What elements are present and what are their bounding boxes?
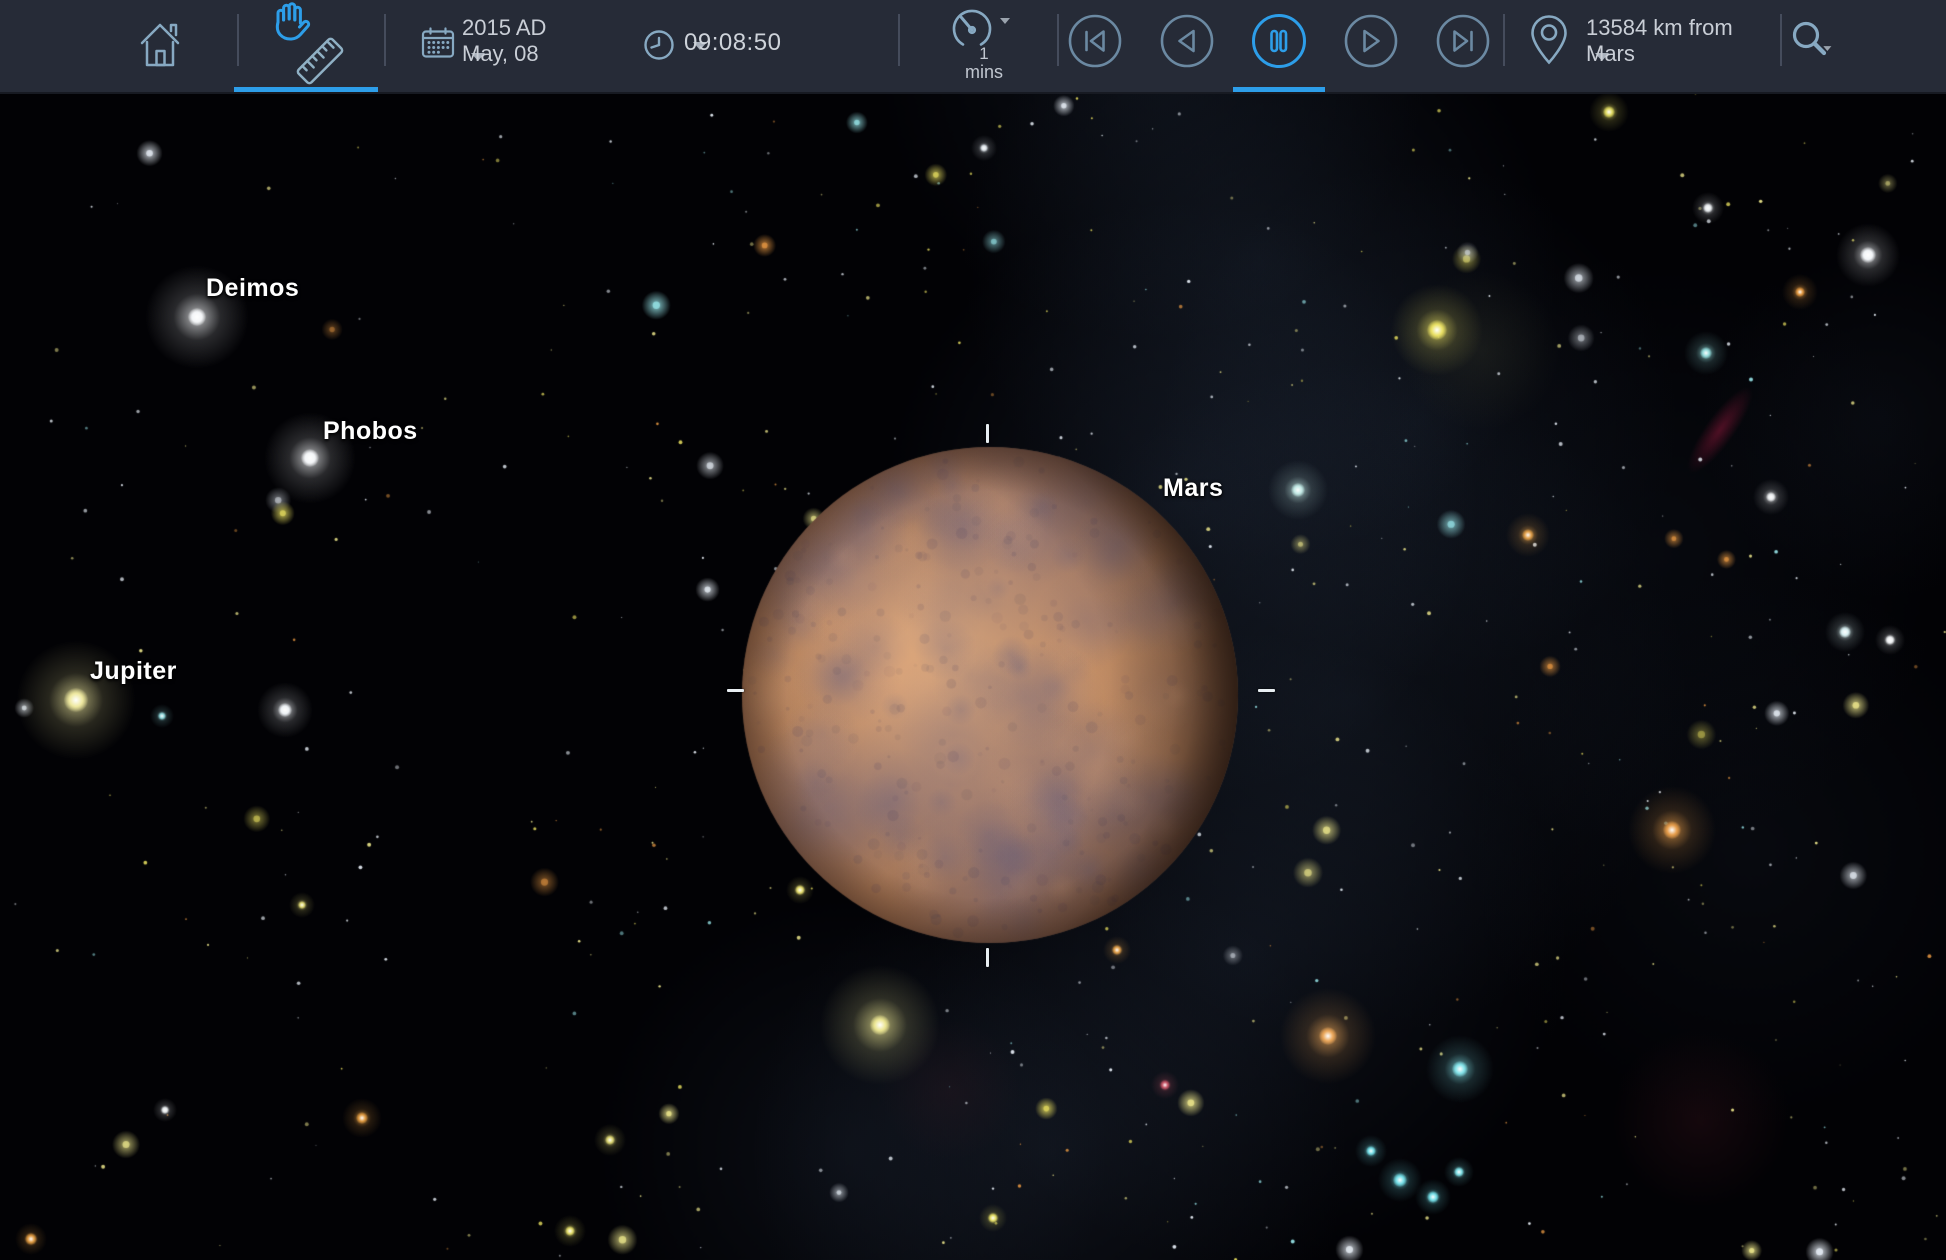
divider bbox=[1780, 14, 1782, 66]
selection-tick bbox=[727, 689, 744, 692]
sky-canvas[interactable] bbox=[0, 92, 1946, 1260]
measure-ruler-button[interactable] bbox=[288, 29, 352, 93]
date-picker-button[interactable]: 2015 AD May, 08 bbox=[418, 12, 608, 80]
play-icon bbox=[1343, 13, 1399, 69]
time-speed-button[interactable]: 1 mins bbox=[938, 4, 1030, 88]
play-backward-button[interactable] bbox=[1159, 13, 1215, 69]
skip-back-button[interactable] bbox=[1067, 13, 1123, 69]
speed-unit: mins bbox=[938, 62, 1030, 83]
active-tool-underline bbox=[234, 87, 378, 92]
skip-forward-icon bbox=[1435, 13, 1491, 69]
location-pin-icon bbox=[1529, 14, 1569, 66]
divider bbox=[237, 14, 239, 66]
divider bbox=[384, 14, 386, 66]
selection-tick bbox=[986, 948, 989, 967]
sky-stage: Mars Deimos Phobos Jupiter bbox=[0, 0, 1946, 1260]
calendar-icon bbox=[421, 27, 455, 59]
skip-forward-button[interactable] bbox=[1435, 13, 1491, 69]
divider bbox=[898, 14, 900, 66]
pause-button[interactable] bbox=[1251, 12, 1307, 70]
label-mars[interactable]: Mars bbox=[1163, 474, 1223, 503]
home-icon bbox=[137, 18, 183, 70]
home-button[interactable] bbox=[137, 18, 183, 70]
time-picker-button[interactable]: 09:08:50 bbox=[640, 14, 870, 76]
ruler-icon bbox=[288, 29, 352, 93]
location-line2: Mars bbox=[1586, 41, 1609, 67]
play-button[interactable] bbox=[1343, 13, 1399, 69]
location-button[interactable]: 13584 km from Mars bbox=[1525, 12, 1765, 82]
label-phobos[interactable]: Phobos bbox=[323, 417, 418, 446]
speed-value: 1 bbox=[938, 44, 1030, 64]
clock-icon bbox=[643, 29, 675, 61]
date-era-text: 2015 AD bbox=[462, 15, 546, 41]
toolbar: 2015 AD May, 08 09:08:50 1 mins bbox=[0, 0, 1946, 94]
active-playback-underline bbox=[1233, 87, 1325, 92]
selection-tick bbox=[986, 424, 989, 443]
skip-back-icon bbox=[1067, 13, 1123, 69]
pause-icon bbox=[1251, 12, 1307, 70]
divider bbox=[1503, 14, 1505, 66]
divider bbox=[1057, 14, 1059, 66]
location-line1: 13584 km from bbox=[1586, 15, 1733, 41]
selection-tick bbox=[1258, 689, 1275, 692]
play-backward-icon bbox=[1159, 13, 1215, 69]
search-button[interactable] bbox=[1790, 20, 1840, 68]
label-jupiter[interactable]: Jupiter bbox=[90, 657, 177, 686]
search-icon bbox=[1790, 20, 1840, 68]
date-day-text: May, 08 bbox=[462, 41, 485, 67]
label-deimos[interactable]: Deimos bbox=[206, 274, 299, 303]
time-text: 09:08:50 bbox=[684, 30, 707, 56]
